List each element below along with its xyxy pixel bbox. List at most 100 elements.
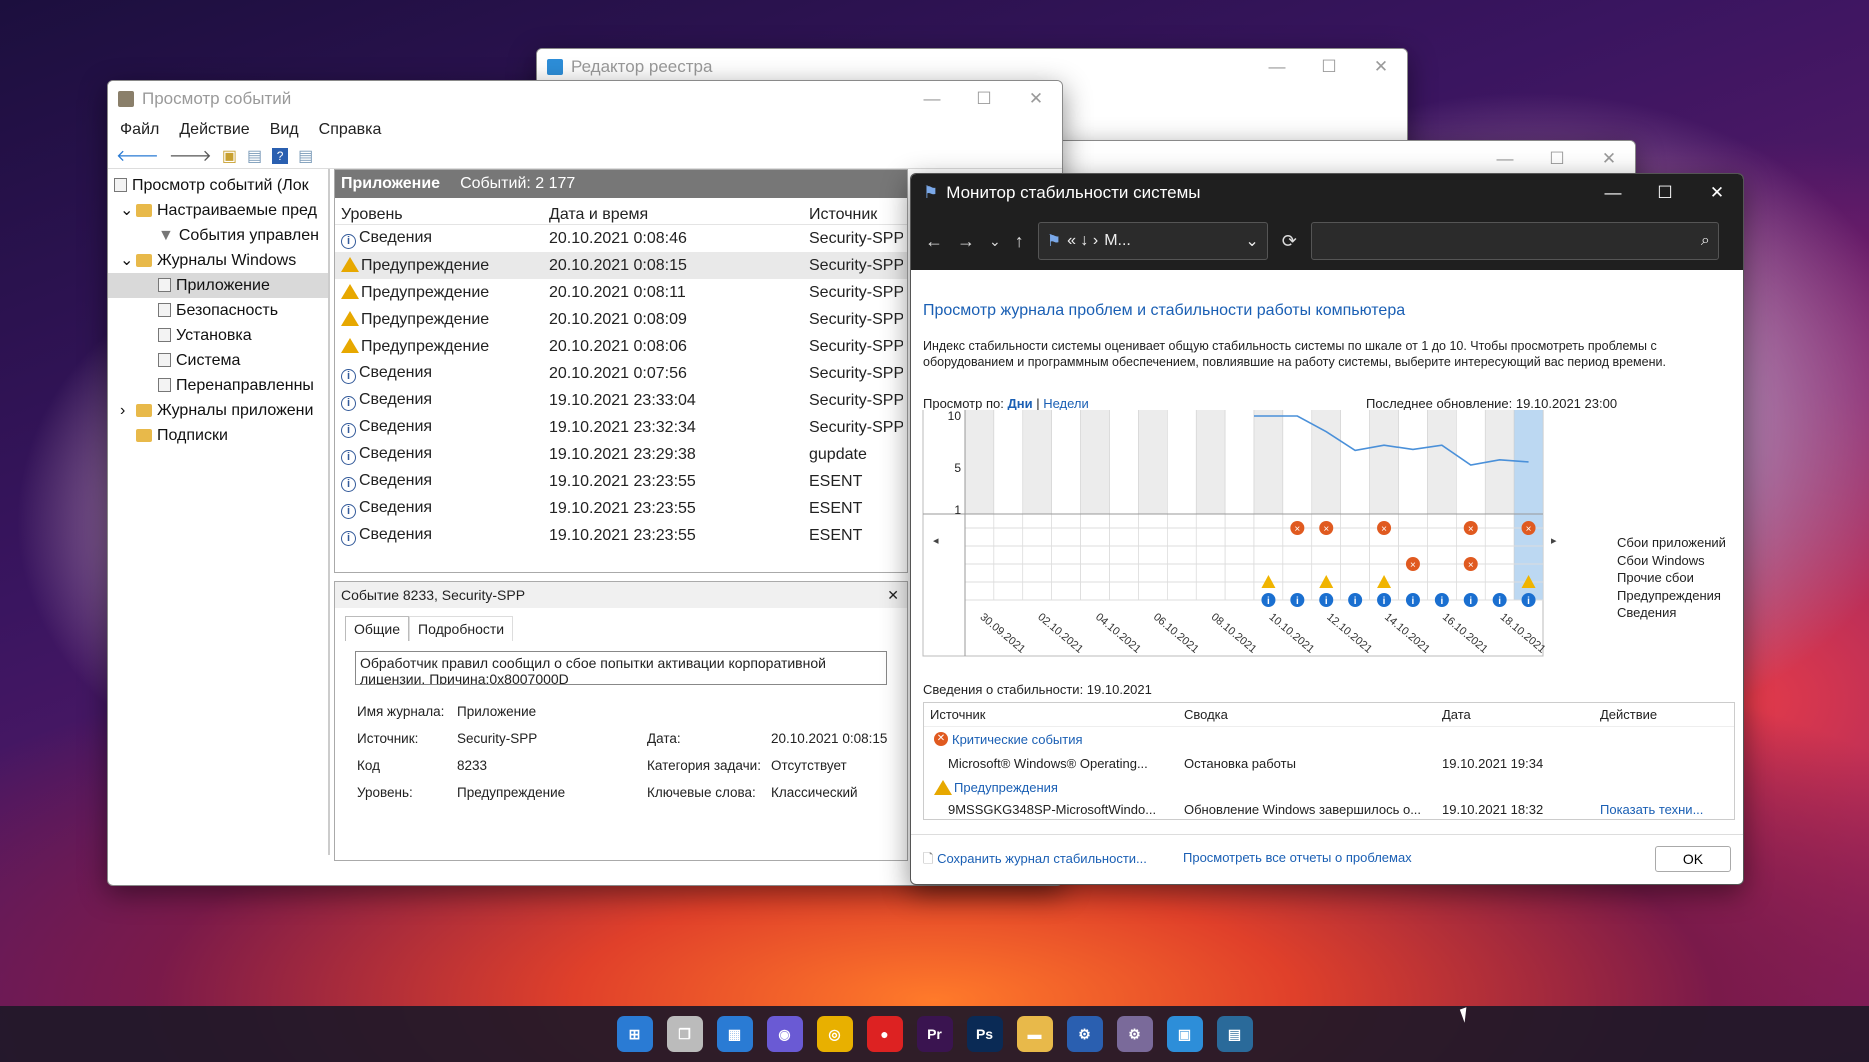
log-name-label: Имя журнала: [357, 704, 445, 719]
tree-item[interactable]: › Журналы приложени [108, 398, 328, 423]
column-source[interactable]: Источник [803, 206, 903, 224]
forward-icon[interactable]: → [957, 231, 975, 252]
column-level[interactable]: Уровень [335, 206, 541, 224]
tree-item[interactable]: Просмотр событий (Лок [108, 173, 328, 198]
taskbar-1-icon[interactable]: ❐ [666, 1016, 703, 1052]
navigation-tree[interactable]: Просмотр событий (Лок ⌄ Настраиваемые пре… [108, 169, 330, 855]
minimize-button[interactable]: — [906, 89, 958, 109]
table-row[interactable]: i Сведения 19.10.2021 23:23:55 ESENT [335, 468, 907, 495]
row-source: ESENT [809, 499, 863, 517]
table-row[interactable]: Предупреждение 20.10.2021 0:08:15 Security… [335, 252, 907, 279]
console-icon[interactable]: ▤ [298, 146, 313, 166]
eventviewer-app-icon [118, 91, 134, 107]
tree-item[interactable]: Приложение [108, 273, 328, 298]
taskbar-0-icon[interactable]: ⊞ [616, 1016, 653, 1052]
tree-item[interactable]: ⌄ Журналы Windows [108, 248, 328, 273]
chevron-down-icon[interactable]: ⌄ [989, 233, 1001, 250]
table-row[interactable]: i Сведения 19.10.2021 23:23:55 ESENT [335, 495, 907, 522]
address-box[interactable]: ⚑ « ↓ › M... ⌄ [1037, 222, 1268, 260]
tree-item[interactable]: Система [108, 348, 328, 373]
search-icon[interactable]: ⌕ [1701, 232, 1710, 250]
minimize-button[interactable]: — [1587, 183, 1639, 203]
column-date[interactable]: Дата и время [541, 206, 803, 224]
table-row[interactable]: i Сведения 19.10.2021 23:33:04 Security-SPP [335, 387, 907, 414]
event-list[interactable]: Приложение Событий: 2 177 Уровень Дата и… [334, 169, 908, 573]
back-arrow-icon[interactable]: 🡐 [116, 145, 159, 166]
col-action[interactable]: Действие [1596, 707, 1716, 722]
show-details-link[interactable]: Показать техни... [1596, 802, 1716, 817]
minimize-button[interactable]: — [1251, 57, 1303, 77]
maximize-button[interactable]: ☐ [1639, 183, 1691, 203]
table-row[interactable]: Предупреждение 20.10.2021 0:08:11 Security… [335, 279, 907, 306]
stability-window[interactable]: ⚑ Монитор стабильности системы — ☐ ✕ ← →… [910, 173, 1744, 885]
taskbar-2-icon[interactable]: ▦ [716, 1016, 753, 1052]
info-icon: i [341, 422, 356, 438]
ok-button[interactable]: OK [1655, 846, 1731, 872]
taskbar-11-icon[interactable]: ▣ [1166, 1016, 1203, 1052]
breadcrumb-separator-icon: « ↓ › [1067, 232, 1099, 249]
taskbar-4-icon[interactable]: ◎ [816, 1016, 853, 1052]
table-row[interactable]: Microsoft® Windows® Operating... Останов… [924, 751, 1734, 775]
taskbar-9-icon[interactable]: ⚙ [1066, 1016, 1103, 1052]
tree-item[interactable]: ▼ События управлен [108, 223, 328, 248]
close-button[interactable]: ✕ [1691, 183, 1743, 203]
table-row[interactable]: i Сведения 19.10.2021 23:32:34 Security-SPP [335, 414, 907, 441]
close-button[interactable]: ✕ [1355, 57, 1407, 77]
menu-file[interactable]: Файл [120, 121, 159, 139]
tree-item[interactable]: Безопасность [108, 298, 328, 323]
taskbar-10-icon[interactable]: ⚙ [1116, 1016, 1153, 1052]
table-row[interactable]: Предупреждение 20.10.2021 0:08:09 Security… [335, 306, 907, 333]
save-history-link[interactable]: 🗋 Сохранить журнал стабильности... [923, 850, 1147, 872]
table-row[interactable]: i Сведения 19.10.2021 23:23:55 ESENT [335, 522, 907, 549]
refresh-icon[interactable]: ⟳ [1282, 231, 1297, 252]
col-summary[interactable]: Сводка [1180, 707, 1438, 722]
col-source[interactable]: Источник [924, 707, 1180, 722]
tree-item[interactable]: Перенаправленны [108, 373, 328, 398]
tree-item[interactable]: ⌄ Настраиваемые пред [108, 198, 328, 223]
close-icon[interactable]: ✕ [887, 587, 899, 604]
taskbar-6-icon[interactable]: Pr [916, 1016, 953, 1052]
taskbar-7-icon[interactable]: Ps [966, 1016, 1003, 1052]
back-icon[interactable]: ← [925, 231, 943, 252]
expander-icon[interactable]: ⌄ [120, 198, 136, 223]
col-date[interactable]: Дата [1438, 707, 1596, 722]
properties-icon[interactable]: ▤ [247, 146, 262, 166]
table-row[interactable]: 9MSSGKG348SP-MicrosoftWindo... Обновлени… [924, 799, 1734, 819]
taskbar-8-icon[interactable]: ▬ [1016, 1016, 1053, 1052]
warnings-group[interactable]: Предупреждения [924, 775, 1734, 799]
tab-general[interactable]: Общие [345, 616, 410, 641]
chevron-down-icon[interactable]: ⌄ [1245, 231, 1258, 251]
stability-details-table[interactable]: Источник Сводка Дата Действие ✕ Критичес… [923, 702, 1735, 820]
tree-item[interactable]: Подписки [108, 423, 328, 448]
table-row[interactable]: i Сведения 20.10.2021 0:07:56 Security-SPP [335, 360, 907, 387]
folder-up-icon[interactable]: ▣ [222, 146, 237, 166]
menu-view[interactable]: Вид [270, 121, 299, 139]
taskbar-3-icon[interactable]: ◉ [766, 1016, 803, 1052]
expander-icon[interactable]: › [120, 398, 136, 423]
minimize-button[interactable]: — [1479, 149, 1531, 169]
table-row[interactable]: i Сведения 19.10.2021 23:29:38 gupdate [335, 441, 907, 468]
menu-action[interactable]: Действие [179, 121, 249, 139]
maximize-button[interactable]: ☐ [1531, 149, 1583, 169]
menu-help[interactable]: Справка [319, 121, 382, 139]
up-icon[interactable]: ↑ [1015, 231, 1024, 252]
expander-icon[interactable]: ⌄ [120, 248, 136, 273]
view-all-reports-link[interactable]: Просмотреть все отчеты о проблемах [1183, 850, 1412, 865]
critical-group[interactable]: ✕ Критические события [924, 727, 1734, 751]
maximize-button[interactable]: ☐ [958, 89, 1010, 109]
maximize-button[interactable]: ☐ [1303, 57, 1355, 77]
tab-details[interactable]: Подробности [409, 616, 514, 641]
forward-arrow-icon[interactable]: 🡒 [169, 145, 212, 166]
tree-item[interactable]: Установка [108, 323, 328, 348]
close-button[interactable]: ✕ [1010, 89, 1062, 109]
table-row[interactable]: i Сведения 20.10.2021 0:08:46 Security-SPP [335, 225, 907, 252]
search-box[interactable]: ⌕ [1310, 222, 1719, 260]
tree-item-label: Подписки [157, 427, 228, 444]
close-button[interactable]: ✕ [1583, 149, 1635, 169]
view-days-link[interactable]: Дни [1008, 396, 1033, 411]
taskbar-5-icon[interactable]: ● [866, 1016, 903, 1052]
view-weeks-link[interactable]: Недели [1043, 396, 1089, 411]
help-icon[interactable]: ? [272, 147, 289, 164]
table-row[interactable]: Предупреждение 20.10.2021 0:08:06 Security… [335, 333, 907, 360]
taskbar-12-icon[interactable]: ▤ [1216, 1016, 1253, 1052]
